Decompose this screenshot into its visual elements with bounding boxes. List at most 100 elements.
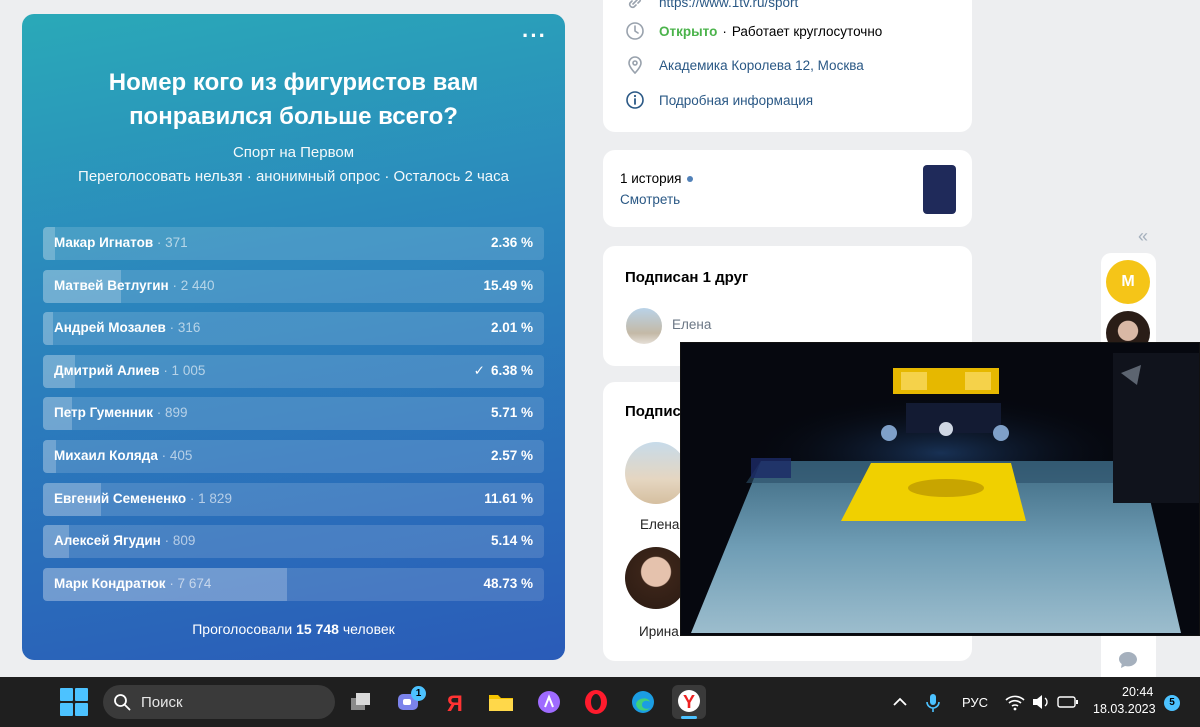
broadcast-frame-image [681, 343, 1199, 635]
address-link[interactable]: Академика Королева 12, Москва [659, 58, 864, 73]
working-hours: Работает круглосуточно [731, 23, 883, 39]
answer-percent: 2.57 % [490, 447, 533, 463]
poll-answers: Макар Игнатов · 371 2.36 % Матвей Ветлуг… [43, 227, 544, 610]
link-icon [628, 0, 642, 9]
answer-name: Михаил Коляда [54, 447, 158, 463]
video-player[interactable] [680, 342, 1200, 636]
volume-icon[interactable] [1029, 686, 1053, 718]
info-address-row[interactable]: Академика Королева 12, Москва [625, 55, 864, 75]
answer-name: Макар Игнатов [54, 235, 154, 250]
poll-answer-bar [43, 312, 54, 346]
more-options-icon[interactable]: ··· [522, 25, 547, 47]
answer-name: Марк Кондратюк [54, 575, 166, 591]
svg-text:Y: Y [683, 692, 695, 712]
answer-percent: 5.71 % [490, 405, 533, 421]
stories-count: 1 история [620, 171, 682, 186]
stories-card[interactable]: 1 история Смотреть [603, 150, 972, 227]
windows-taskbar: Поиск 1 Я Y РУС 20:44 18.03.2023 5 [0, 677, 1200, 727]
windows-start-icon[interactable] [60, 688, 88, 716]
show-hidden-icons-icon[interactable] [886, 686, 914, 718]
poll-answer[interactable]: Михаил Коляда · 405 2.57 % [43, 439, 544, 473]
clock-date[interactable]: 18.03.2023 [1093, 702, 1156, 716]
notification-badge[interactable]: 5 [1164, 695, 1180, 711]
info-icon [626, 91, 644, 109]
poll-author: Спорт на Первом [232, 144, 355, 161]
answer-name: Андрей Мозалев [54, 320, 166, 336]
teams-badge: 1 [411, 686, 426, 701]
answer-name: Петр Гуменник [54, 405, 153, 421]
file-explorer-icon[interactable] [485, 686, 517, 718]
poll-total-suffix: человек [342, 621, 395, 637]
friend-name[interactable]: Елена [672, 317, 711, 332]
yandex-browser-icon: Y [678, 690, 700, 719]
battery-icon[interactable] [1055, 686, 1081, 718]
task-view-icon[interactable] [345, 686, 377, 718]
poll-meta: Переголосовать нельзя · анонимный опрос … [78, 168, 509, 185]
friends-heading[interactable]: Подписан 1 друг [625, 269, 748, 286]
answer-percent: 11.61 % [484, 490, 533, 506]
poll-answer[interactable]: Алексей Ягудин · 809 5.14 % [43, 525, 544, 559]
check-icon: ✓ [473, 362, 485, 378]
answer-name: Евгений Семененко [54, 490, 187, 506]
clock-icon [626, 22, 644, 40]
chat-avatar-m[interactable]: М [1106, 260, 1150, 304]
answer-name: Алексей Ягудин [54, 533, 161, 549]
poll-answer[interactable]: Макар Игнатов · 371 2.36 % [43, 227, 544, 260]
poll-answer[interactable]: Андрей Мозалев · 316 2.01 % [43, 312, 544, 346]
microphone-icon[interactable] [920, 686, 946, 718]
poll-card: ··· Номер кого из фигуристов вам понрави… [22, 14, 565, 660]
info-details-row[interactable]: Подробная информация [625, 90, 813, 110]
subscriber-name[interactable]: Елена [640, 517, 679, 532]
subscriber-avatar[interactable] [625, 547, 687, 609]
info-link-row[interactable]: https://www.1tv.ru/sport [625, 0, 798, 12]
subscriber-avatar[interactable] [625, 442, 687, 504]
search-placeholder: Поиск [141, 694, 183, 711]
answer-name: Матвей Ветлугин [54, 277, 169, 293]
answer-count: · 316 [169, 320, 201, 336]
opera-icon[interactable] [580, 686, 612, 718]
answer-percent: 15.49 % [483, 277, 533, 293]
language-indicator[interactable]: РУС [962, 695, 988, 710]
answer-count: · 1 005 [163, 362, 206, 378]
poll-answer[interactable]: Петр Гуменник · 899 5.71 % [43, 397, 544, 431]
wifi-icon[interactable] [1003, 686, 1027, 718]
community-info-card: https://www.1tv.ru/sport Открыто · Работ… [603, 0, 972, 132]
stories-view-link[interactable]: Смотреть [620, 192, 680, 207]
svg-text:Я: Я [447, 691, 463, 716]
taskbar-search[interactable]: Поиск [103, 685, 335, 719]
alice-assistant-icon[interactable] [533, 686, 565, 718]
edge-icon[interactable] [627, 686, 659, 718]
poll-total-count: 15 748 [296, 621, 339, 637]
answer-percent: 5.14 % [490, 533, 533, 549]
location-pin-icon [628, 56, 642, 75]
info-link[interactable]: https://www.1tv.ru/sport [659, 0, 798, 10]
poll-title: Номер кого из фигуристов вам понравился … [108, 69, 479, 130]
poll-answer[interactable]: Марк Кондратюк · 7 674 48.73 % [43, 567, 544, 601]
answer-count: · 809 [164, 533, 196, 549]
yandex-browser-button[interactable]: Y [672, 685, 706, 719]
search-icon [114, 694, 131, 711]
clock-time[interactable]: 20:44 [1122, 685, 1153, 699]
answer-name: Дмитрий Алиев [54, 362, 160, 378]
open-status: Открыто [659, 23, 718, 39]
yandex-icon[interactable]: Я [440, 686, 472, 718]
chat-bubble-icon[interactable] [1118, 651, 1138, 669]
subscriber-name[interactable]: Ирина [639, 624, 679, 639]
answer-count: · 1 829 [189, 490, 232, 506]
answer-percent: 48.73 % [483, 575, 533, 591]
answer-percent: 6.38 % [490, 362, 533, 378]
answer-count: · 7 674 [169, 575, 212, 591]
poll-answer[interactable]: Матвей Ветлугин · 2 440 15.49 % [43, 269, 544, 303]
poll-answer[interactable]: Дмитрий Алиев · 1 005 ✓ 6.38 % [43, 354, 544, 388]
poll-answer[interactable]: Евгений Семененко · 1 829 11.61 % [43, 482, 544, 516]
poll-total-prefix: Проголосовали [192, 621, 293, 637]
answer-count: · 405 [161, 447, 193, 463]
details-link[interactable]: Подробная информация [659, 93, 813, 108]
story-thumbnail[interactable] [923, 165, 956, 214]
answer-percent: 2.01 % [490, 320, 533, 336]
friend-avatar[interactable] [626, 308, 662, 344]
collapse-rail-icon[interactable]: « [1138, 226, 1148, 247]
answer-count: · 899 [156, 405, 188, 421]
new-story-dot [687, 176, 694, 183]
answer-count: · 2 440 [172, 277, 215, 293]
